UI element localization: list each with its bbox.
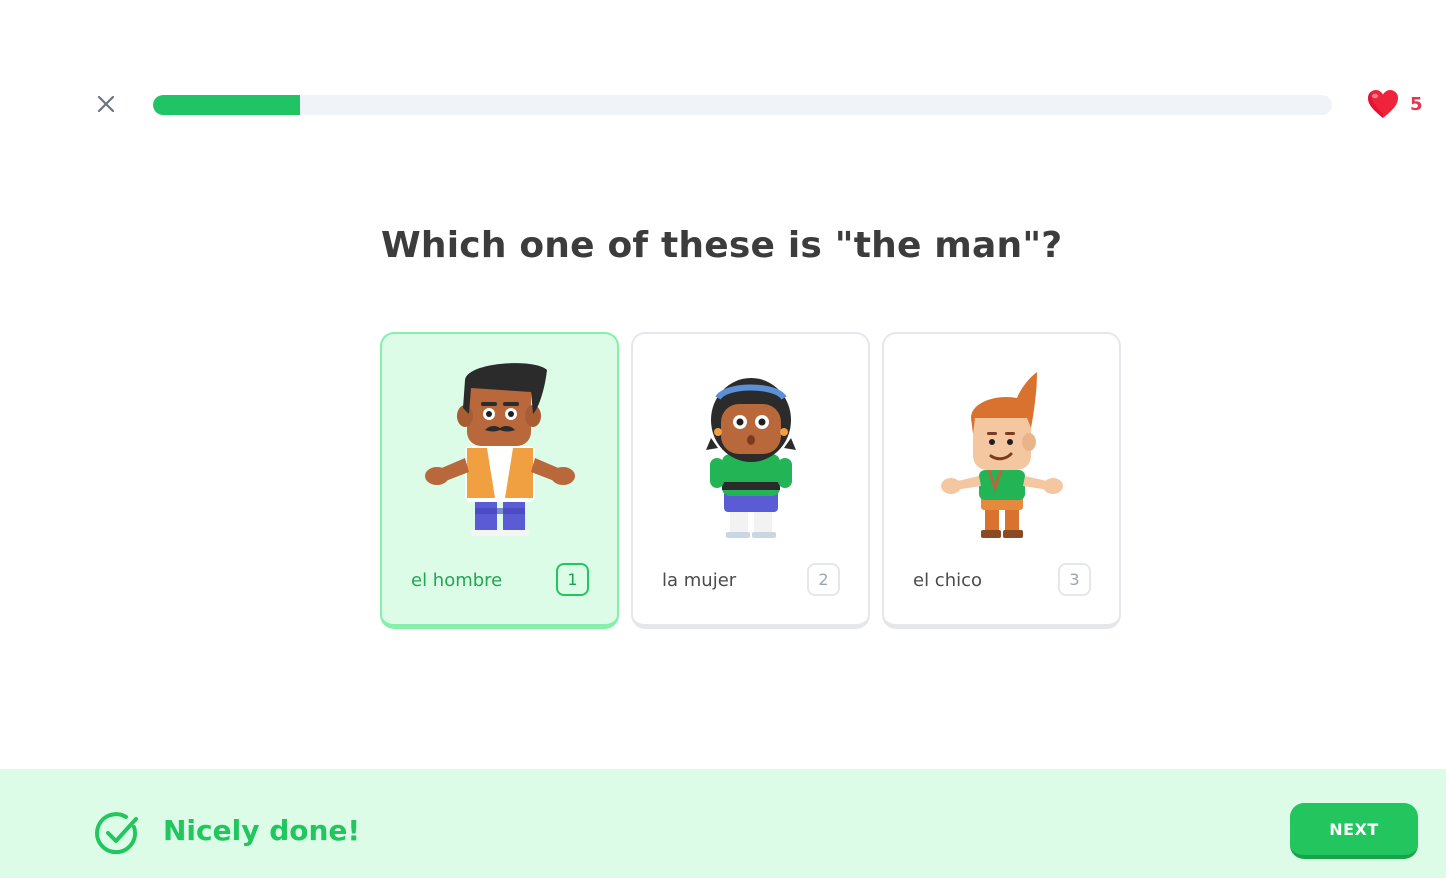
progress-bar-fill bbox=[153, 95, 301, 115]
feedback-footer: Nicely done! NEXT bbox=[0, 769, 1446, 878]
next-button[interactable]: NEXT bbox=[1290, 803, 1418, 859]
option-label: la mujer bbox=[662, 570, 737, 591]
man-illustration bbox=[382, 358, 617, 548]
option-key-badge: 1 bbox=[556, 563, 589, 596]
check-circle-icon bbox=[95, 812, 138, 855]
hearts-count: 5 bbox=[1410, 93, 1423, 115]
answer-options: el hombre 1 la mujer 2 el chico 3 bbox=[380, 332, 1121, 629]
question-title: Which one of these is "the man"? bbox=[381, 225, 1063, 266]
woman-illustration bbox=[633, 358, 868, 548]
option-label: el chico bbox=[913, 570, 983, 591]
option-card-la-mujer[interactable]: la mujer 2 bbox=[631, 332, 870, 629]
close-icon bbox=[97, 95, 115, 113]
option-key-badge: 2 bbox=[807, 563, 840, 596]
boy-illustration bbox=[884, 358, 1119, 548]
option-key-badge: 3 bbox=[1058, 563, 1091, 596]
close-button[interactable] bbox=[92, 90, 120, 118]
heart-icon bbox=[1368, 90, 1398, 118]
option-card-el-chico[interactable]: el chico 3 bbox=[882, 332, 1121, 629]
progress-bar bbox=[153, 95, 1332, 115]
hearts-counter: 5 bbox=[1366, 88, 1423, 120]
option-label: el hombre bbox=[411, 570, 503, 591]
lesson-header: 5 bbox=[0, 0, 1446, 210]
feedback-message: Nicely done! bbox=[163, 814, 361, 847]
option-card-el-hombre[interactable]: el hombre 1 bbox=[380, 332, 619, 629]
